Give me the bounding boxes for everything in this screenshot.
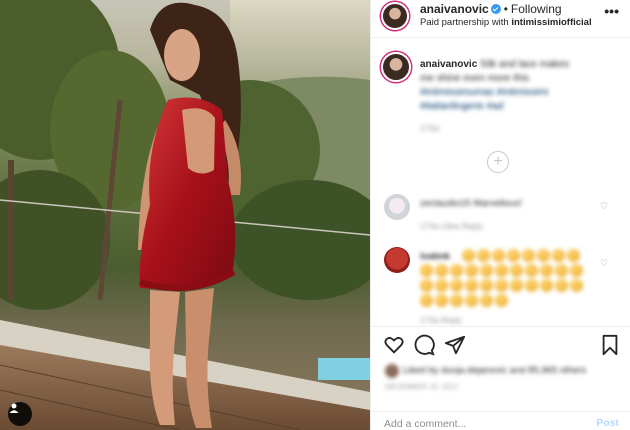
load-more-icon[interactable]: + [487, 151, 509, 173]
heart-icon[interactable] [383, 334, 405, 356]
emoji-icon [480, 279, 493, 292]
post-sidebar: anaivanovic • Following Paid partnership w… [370, 0, 630, 430]
emoji-icon [540, 264, 553, 277]
emoji-icon [450, 279, 463, 292]
separator-dot: • [503, 2, 508, 16]
post-photo[interactable] [0, 0, 370, 430]
emoji-icon [525, 264, 538, 277]
partnership-prefix: Paid partnership with [420, 17, 509, 28]
emoji-icon [570, 279, 583, 292]
partner-link[interactable]: intimissimiofficial [511, 17, 591, 28]
caption-line: me shine even more this [420, 73, 529, 84]
comment-like-icon[interactable]: ♡ [600, 201, 608, 212]
emoji-icon [435, 279, 448, 292]
emoji-icon [507, 249, 520, 262]
emoji-icon [537, 249, 550, 262]
emoji-icon [492, 249, 505, 262]
emoji-icon [540, 279, 553, 292]
author-line: anaivanovic • Following [420, 2, 562, 16]
caption-avatar[interactable] [381, 52, 411, 82]
comment-like-icon[interactable]: ♡ [600, 258, 608, 269]
emoji-icon [450, 264, 463, 277]
author-username[interactable]: anaivanovic [420, 2, 489, 16]
author-avatar[interactable] [381, 2, 409, 30]
share-icon[interactable] [444, 334, 466, 356]
emoji-icon [480, 294, 493, 307]
emoji-icon [522, 249, 535, 262]
emoji-icon [555, 264, 568, 277]
comment-meta[interactable]: 172w Reply [420, 316, 462, 325]
tag-user-icon[interactable] [8, 402, 32, 426]
verified-icon [490, 4, 501, 14]
caption-hashtags[interactable]: #intimissimumas #intimissimi [420, 87, 548, 98]
emoji-icon [477, 249, 490, 262]
emoji-icon [435, 294, 448, 307]
emoji-spacer [420, 249, 460, 262]
comment-box: Post [371, 411, 630, 430]
post-date[interactable]: DECEMBER 10, 2017 [385, 384, 459, 391]
caption-username[interactable]: anaivanovic [420, 59, 477, 70]
post-header: anaivanovic • Following Paid partnership w… [371, 0, 630, 38]
emoji-icon [525, 279, 538, 292]
comment-avatar[interactable] [384, 194, 410, 220]
emoji-icon [495, 279, 508, 292]
caption-hashtags[interactable]: #italianlingerie #ad [420, 101, 503, 112]
comment-avatar[interactable] [384, 247, 410, 273]
more-options-icon[interactable]: ••• [604, 3, 619, 19]
likes-avatar[interactable] [385, 364, 399, 378]
comment-emoji-text [420, 249, 590, 307]
caption-timestamp[interactable]: 172w [420, 124, 439, 133]
emoji-icon [510, 264, 523, 277]
emoji-icon [465, 279, 478, 292]
comment-text: zeclaudio15 Marvellous! [420, 198, 522, 209]
caption-text: anaivanovic Silk and lace makes me shine… [420, 58, 620, 114]
following-button[interactable]: Following [511, 2, 562, 16]
emoji-icon [495, 294, 508, 307]
paid-partnership-line: Paid partnership with intimissimiofficia… [420, 17, 592, 28]
emoji-icon [462, 249, 475, 262]
emoji-icon [555, 279, 568, 292]
emoji-icon [495, 264, 508, 277]
emoji-icon [510, 279, 523, 292]
bookmark-icon[interactable] [599, 334, 621, 356]
emoji-icon [465, 264, 478, 277]
comment-input[interactable] [384, 418, 584, 430]
emoji-icon [570, 264, 583, 277]
comment-meta[interactable]: 172w Likes Reply [420, 222, 483, 231]
emoji-icon [420, 294, 433, 307]
emoji-icon [450, 294, 463, 307]
emoji-icon [552, 249, 565, 262]
emoji-icon [465, 294, 478, 307]
emoji-icon [480, 264, 493, 277]
emoji-icon [567, 249, 580, 262]
emoji-icon [420, 264, 433, 277]
likes-count[interactable]: Liked by dunja.dejanovic and 85,965 othe… [403, 365, 586, 376]
comment-icon[interactable] [413, 334, 435, 356]
post-actions: Liked by dunja.dejanovic and 85,965 othe… [371, 326, 630, 430]
emoji-icon [420, 279, 433, 292]
photo-scene [0, 0, 370, 430]
caption-line: Silk and lace makes [480, 59, 569, 70]
emoji-icon [435, 264, 448, 277]
post-button[interactable]: Post [596, 417, 619, 429]
